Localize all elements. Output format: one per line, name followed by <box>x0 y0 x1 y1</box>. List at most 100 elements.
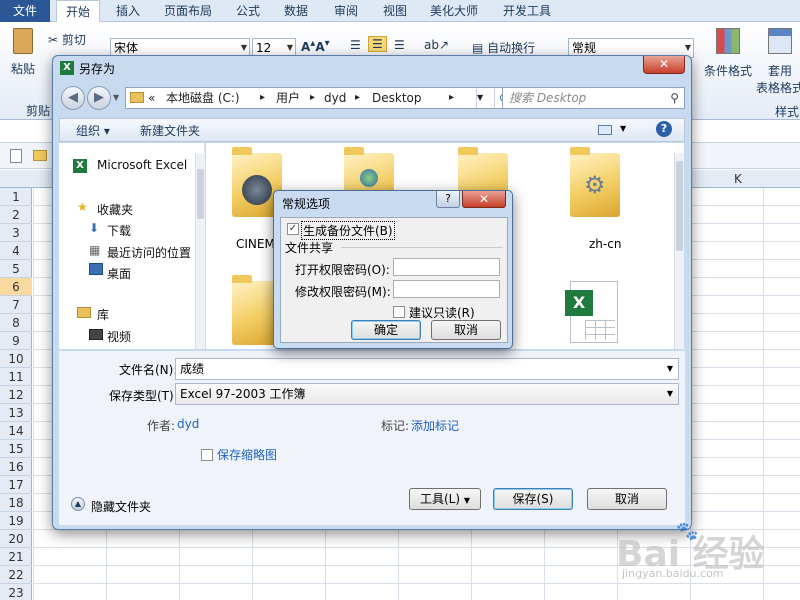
filetype-select[interactable]: Excel 97-2003 工作簿 ▼ <box>175 383 679 405</box>
chevron-down-icon[interactable]: ▼ <box>667 384 673 404</box>
breadcrumb-users[interactable]: 用户 <box>276 88 300 108</box>
row-header[interactable]: 8 <box>0 314 32 332</box>
paste-button[interactable]: 粘贴 <box>8 28 38 88</box>
breadcrumb-separator-icon[interactable]: ▸ <box>260 88 265 108</box>
modify-password-input[interactable] <box>393 280 500 298</box>
close-button[interactable]: ✕ <box>643 56 685 74</box>
search-input[interactable]: 搜索 Desktop ⚲ <box>502 87 685 109</box>
tab-beautify[interactable]: 美化大师 <box>425 0 483 22</box>
breadcrumb-separator-icon[interactable]: ▸ <box>449 88 454 108</box>
search-icon[interactable]: ⚲ <box>670 88 679 108</box>
row-header[interactable]: 17 <box>0 476 32 494</box>
view-dropdown-icon[interactable]: ▼ <box>620 124 626 133</box>
align-top-icon[interactable]: ☰ <box>350 38 361 52</box>
row-header[interactable]: 1 <box>0 188 32 206</box>
backup-checkbox[interactable]: ✓ <box>287 223 299 235</box>
orientation-icon[interactable]: ab↗ <box>424 38 449 52</box>
help-button[interactable]: ? <box>436 191 460 208</box>
nav-item-downloads[interactable]: 下载 <box>107 222 131 239</box>
readonly-label[interactable]: 建议只读(R) <box>409 304 475 321</box>
breadcrumb-separator-icon[interactable]: ▸ <box>310 88 315 108</box>
backup-label[interactable]: 生成备份文件(B) <box>301 221 395 240</box>
save-button[interactable]: 保存(S) <box>493 488 573 510</box>
row-header[interactable]: 7 <box>0 296 32 314</box>
cut-button[interactable]: ✂ 剪切 <box>48 31 86 48</box>
chevron-up-icon[interactable]: ▲ <box>71 497 85 511</box>
excel-file-icon[interactable]: X <box>565 281 618 343</box>
new-folder-button[interactable]: 新建文件夹 <box>140 122 200 139</box>
nav-item-favorites[interactable]: 收藏夹 <box>97 201 133 218</box>
tools-button[interactable]: 工具(L) ▼ <box>409 488 481 510</box>
chevron-down-icon[interactable]: ▼ <box>667 359 673 379</box>
format-as-table-button[interactable]: 套用 表格格式 <box>752 28 800 96</box>
row-header[interactable]: 21 <box>0 548 32 566</box>
nav-item-libraries[interactable]: 库 <box>97 306 109 323</box>
tab-data[interactable]: 数据 <box>276 0 316 22</box>
breadcrumb-drive[interactable]: 本地磁盘 (C:) <box>166 88 240 108</box>
row-header[interactable]: 13 <box>0 404 32 422</box>
tab-file[interactable]: 文件 <box>0 0 50 22</box>
row-header[interactable]: 9 <box>0 332 32 350</box>
cancel-button[interactable]: 取消 <box>587 488 667 510</box>
wrap-text-button[interactable]: ▤ 自动换行 <box>472 39 535 56</box>
row-header[interactable]: 20 <box>0 530 32 548</box>
row-header[interactable]: 3 <box>0 224 32 242</box>
add-tags-link[interactable]: 添加标记 <box>411 417 459 434</box>
tab-review[interactable]: 审阅 <box>326 0 366 22</box>
readonly-checkbox[interactable] <box>393 306 405 318</box>
grow-font-icon[interactable]: A▴A▾ <box>301 38 330 54</box>
row-header[interactable]: 14 <box>0 422 32 440</box>
recent-pages-icon[interactable]: ▼ <box>113 93 119 102</box>
view-options-icon[interactable] <box>598 125 612 135</box>
row-header[interactable]: 11 <box>0 368 32 386</box>
nav-item-desktop[interactable]: 桌面 <box>107 265 131 282</box>
row-header[interactable]: 19 <box>0 512 32 530</box>
breadcrumb-desktop[interactable]: Desktop <box>372 88 422 108</box>
row-header[interactable]: 23 <box>0 584 32 600</box>
thumbnail-label[interactable]: 保存缩略图 <box>217 446 277 463</box>
organize-button[interactable]: 组织 ▾ <box>76 122 110 139</box>
tab-home[interactable]: 开始 <box>56 0 100 23</box>
breadcrumb-separator-icon[interactable]: ▸ <box>355 88 360 108</box>
address-dropdown-icon[interactable]: ▼ <box>476 88 490 108</box>
row-header[interactable]: 15 <box>0 440 32 458</box>
hide-folders-button[interactable]: 隐藏文件夹 <box>91 498 151 515</box>
row-header[interactable]: 5 <box>0 260 32 278</box>
row-header[interactable]: 2 <box>0 206 32 224</box>
nav-item-videos[interactable]: 视频 <box>107 328 131 345</box>
close-button[interactable]: ✕ <box>462 191 506 208</box>
help-icon[interactable]: ? <box>656 121 672 137</box>
row-header[interactable]: 12 <box>0 386 32 404</box>
align-middle-icon[interactable]: ☰ <box>368 36 387 52</box>
address-bar[interactable]: « 本地磁盘 (C:) ▸ 用户 ▸ dyd ▸ Desktop ▸ ▼ ⟳ <box>125 87 515 109</box>
tab-developer[interactable]: 开发工具 <box>498 0 556 22</box>
column-header-k[interactable]: K <box>734 170 742 188</box>
author-value[interactable]: dyd <box>177 417 199 431</box>
tab-insert[interactable]: 插入 <box>108 0 148 22</box>
ok-button[interactable]: 确定 <box>351 320 421 340</box>
folder-icon[interactable]: ⚙ <box>570 147 620 217</box>
tab-page-layout[interactable]: 页面布局 <box>158 0 218 22</box>
forward-button[interactable]: ▶ <box>87 86 111 110</box>
new-document-icon[interactable] <box>10 149 22 163</box>
nav-item-recent-places[interactable]: 最近访问的位置 <box>107 244 191 261</box>
row-header[interactable]: 6 <box>0 278 32 296</box>
breadcrumb-dyd[interactable]: dyd <box>324 88 346 108</box>
cancel-button[interactable]: 取消 <box>431 320 501 340</box>
back-button[interactable]: ◀ <box>61 86 85 110</box>
conditional-format-button[interactable]: 条件格式 <box>700 28 756 79</box>
filename-input[interactable]: 成绩 ▼ <box>175 358 679 380</box>
tab-formulas[interactable]: 公式 <box>228 0 268 22</box>
open-folder-icon[interactable] <box>33 150 47 161</box>
content-scrollbar-thumb[interactable] <box>676 161 683 251</box>
row-header[interactable]: 4 <box>0 242 32 260</box>
row-header[interactable]: 10 <box>0 350 32 368</box>
align-bottom-icon[interactable]: ☰ <box>394 38 405 52</box>
row-header[interactable]: 16 <box>0 458 32 476</box>
open-password-input[interactable] <box>393 258 500 276</box>
content-scrollbar[interactable] <box>674 153 684 349</box>
row-header[interactable]: 22 <box>0 566 32 584</box>
thumbnail-checkbox[interactable] <box>201 449 213 461</box>
row-header[interactable]: 18 <box>0 494 32 512</box>
nav-scrollbar-thumb[interactable] <box>197 169 204 219</box>
